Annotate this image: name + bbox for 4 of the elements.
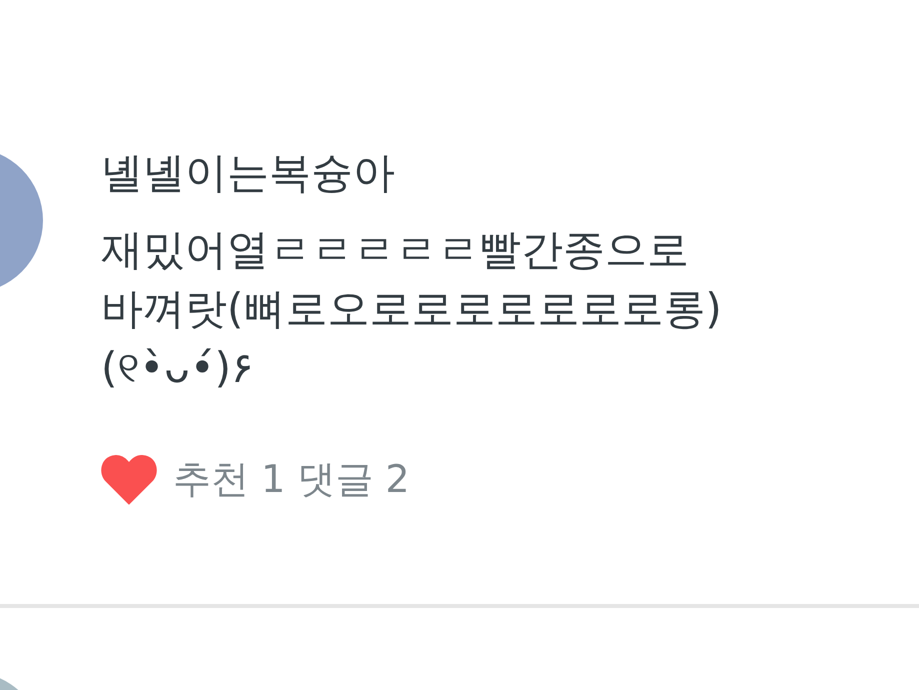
comment-text: 재밌어열ㄹㄹㄹㄹㄹ빨간종으로 바껴랏(뼈로오로로로로로로로롱) (୧•̀ᴗ•́)۶ [101,224,722,394]
comment-author[interactable]: 녤녤이는복슝아 [101,138,722,208]
comment-stats: 추천 1 댓글 2 [173,456,410,502]
heart-icon[interactable] [101,453,157,505]
